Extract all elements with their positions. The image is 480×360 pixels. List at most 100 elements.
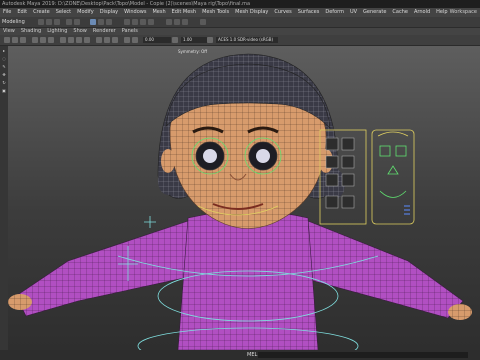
panel-menu-bar: View Shading Lighting Show Renderer Panels xyxy=(0,28,480,35)
cheek-right-slider[interactable] xyxy=(341,173,355,187)
left-ear-mesh xyxy=(161,149,175,173)
right-hand-mesh xyxy=(448,304,472,320)
redo-icon[interactable] xyxy=(74,19,80,25)
select-tool-icon[interactable]: ▸ xyxy=(1,48,7,54)
workspace-selector[interactable]: Workspace xyxy=(450,8,477,17)
schematic-brow-curve xyxy=(377,131,409,137)
menu-edit[interactable]: Edit xyxy=(14,8,30,17)
isolate-select-icon[interactable] xyxy=(124,37,130,43)
snap-grid-icon[interactable] xyxy=(124,19,130,25)
render-settings-icon[interactable] xyxy=(182,19,188,25)
menu-create[interactable]: Create xyxy=(30,8,53,17)
lid-right-slider[interactable] xyxy=(341,155,355,169)
snap-point-icon[interactable] xyxy=(140,19,146,25)
menu-mesh[interactable]: Mesh xyxy=(149,8,168,17)
character-scene[interactable] xyxy=(8,46,480,350)
textured-icon[interactable] xyxy=(84,37,90,43)
menu-edit-mesh[interactable]: Edit Mesh xyxy=(169,8,199,17)
select-by-hierarchy-icon[interactable] xyxy=(90,19,96,25)
schematic-nose xyxy=(387,165,399,175)
select-by-object-icon[interactable] xyxy=(98,19,104,25)
xray-icon[interactable] xyxy=(132,37,138,43)
new-scene-icon[interactable] xyxy=(38,19,44,25)
jaw-right-slider[interactable] xyxy=(341,195,355,209)
jaw-left-slider[interactable] xyxy=(325,195,339,209)
lid-left-slider[interactable] xyxy=(325,155,339,169)
menu-generate[interactable]: Generate xyxy=(360,8,389,17)
mel-input[interactable] xyxy=(258,352,468,358)
mel-label: MEL xyxy=(247,352,258,358)
colorspace-field[interactable]: ACES 1.0 SDR-video (sRGB) xyxy=(216,37,278,43)
snap-curve-icon[interactable] xyxy=(132,19,138,25)
menu-mesh-tools[interactable]: Mesh Tools xyxy=(199,8,232,17)
title-bar: Autodesk Maya 2019: D:\ZONE\Desktop\Pack… xyxy=(0,0,480,8)
exposure-field[interactable]: 1.00 xyxy=(181,37,207,43)
bookmarks-icon[interactable] xyxy=(12,37,18,43)
panel-menu-view[interactable]: View xyxy=(0,28,18,35)
menu-arnold[interactable]: Arnold xyxy=(411,8,433,17)
panel-menu-panels[interactable]: Panels xyxy=(119,28,141,35)
menu-mesh-display[interactable]: Mesh Display xyxy=(232,8,271,17)
exposure-icon[interactable] xyxy=(172,37,178,43)
undo-icon[interactable] xyxy=(66,19,72,25)
schematic-eye-right[interactable] xyxy=(395,145,407,157)
menu-select[interactable]: Select xyxy=(53,8,74,17)
menu-help[interactable]: Help xyxy=(433,8,450,17)
move-tool-icon[interactable]: ✥ xyxy=(1,72,7,78)
panel-menu-shading[interactable]: Shading xyxy=(18,28,44,35)
smooth-shade-icon[interactable] xyxy=(68,37,74,43)
gamma-field[interactable]: 0.00 xyxy=(143,37,171,43)
brow-left-slider[interactable] xyxy=(325,137,339,151)
brow-right-slider[interactable] xyxy=(341,137,355,151)
schematic-eye-left[interactable] xyxy=(379,145,391,157)
film-gate-icon[interactable] xyxy=(40,37,46,43)
lasso-tool-icon[interactable]: ◌ xyxy=(1,56,7,62)
menu-deform[interactable]: Deform xyxy=(322,8,347,17)
center-marker xyxy=(144,216,156,228)
grid-toggle-icon[interactable] xyxy=(32,37,38,43)
panel-menu-lighting[interactable]: Lighting xyxy=(44,28,70,35)
menu-modify[interactable]: Modify xyxy=(74,8,97,17)
ambient-occlusion-icon[interactable] xyxy=(112,37,118,43)
tool-box: ▸ ◌ ✎ ✥ ↻ ▣ xyxy=(0,46,8,350)
perspective-viewport[interactable]: Symmetry: Off xyxy=(8,46,480,350)
schematic-menu-icon xyxy=(404,205,410,215)
wireframe-on-shaded-icon[interactable] xyxy=(76,37,82,43)
rotate-tool-icon[interactable]: ↻ xyxy=(1,80,7,86)
shadows-icon[interactable] xyxy=(104,37,110,43)
right-eye-iris xyxy=(256,149,270,163)
left-hand-mesh xyxy=(8,294,32,310)
color-management-icon[interactable] xyxy=(207,37,213,43)
menu-display[interactable]: Display xyxy=(97,8,121,17)
snap-surface-icon[interactable] xyxy=(148,19,154,25)
viewport-toolbar: 0.00 1.00 ACES 1.0 SDR-video (sRGB) xyxy=(0,35,480,46)
save-scene-icon[interactable] xyxy=(54,19,60,25)
menu-cache[interactable]: Cache xyxy=(389,8,411,17)
command-line: MEL xyxy=(0,350,480,360)
mode-selector[interactable]: Modeling xyxy=(2,18,25,26)
menu-file[interactable]: File xyxy=(0,8,14,17)
open-scene-icon[interactable] xyxy=(46,19,52,25)
paint-select-icon[interactable]: ✎ xyxy=(1,64,7,70)
ipr-render-icon[interactable] xyxy=(174,19,180,25)
menu-curves[interactable]: Curves xyxy=(271,8,294,17)
menu-uv[interactable]: UV xyxy=(347,8,360,17)
render-icon[interactable] xyxy=(166,19,172,25)
hypershade-icon[interactable] xyxy=(200,19,206,25)
panel-menu-show[interactable]: Show xyxy=(70,28,90,35)
camera-attributes-icon[interactable] xyxy=(4,37,10,43)
image-plane-icon[interactable] xyxy=(20,37,26,43)
schematic-mouth xyxy=(379,190,407,198)
panel-menu-renderer[interactable]: Renderer xyxy=(90,28,119,35)
torso-mesh xyxy=(177,210,319,350)
select-by-component-icon[interactable] xyxy=(106,19,112,25)
resolution-gate-icon[interactable] xyxy=(48,37,54,43)
window-title: Autodesk Maya 2019: D:\ZONE\Desktop\Pack… xyxy=(2,1,251,7)
wireframe-icon[interactable] xyxy=(60,37,66,43)
menu-windows[interactable]: Windows xyxy=(121,8,149,17)
main-menu-bar: File Edit Create Select Modify Display Windows… xyxy=(0,8,480,17)
menu-surfaces[interactable]: Surfaces xyxy=(295,8,323,17)
scale-tool-icon[interactable]: ▣ xyxy=(1,88,7,94)
lights-icon[interactable] xyxy=(96,37,102,43)
cheek-left-slider[interactable] xyxy=(325,173,339,187)
